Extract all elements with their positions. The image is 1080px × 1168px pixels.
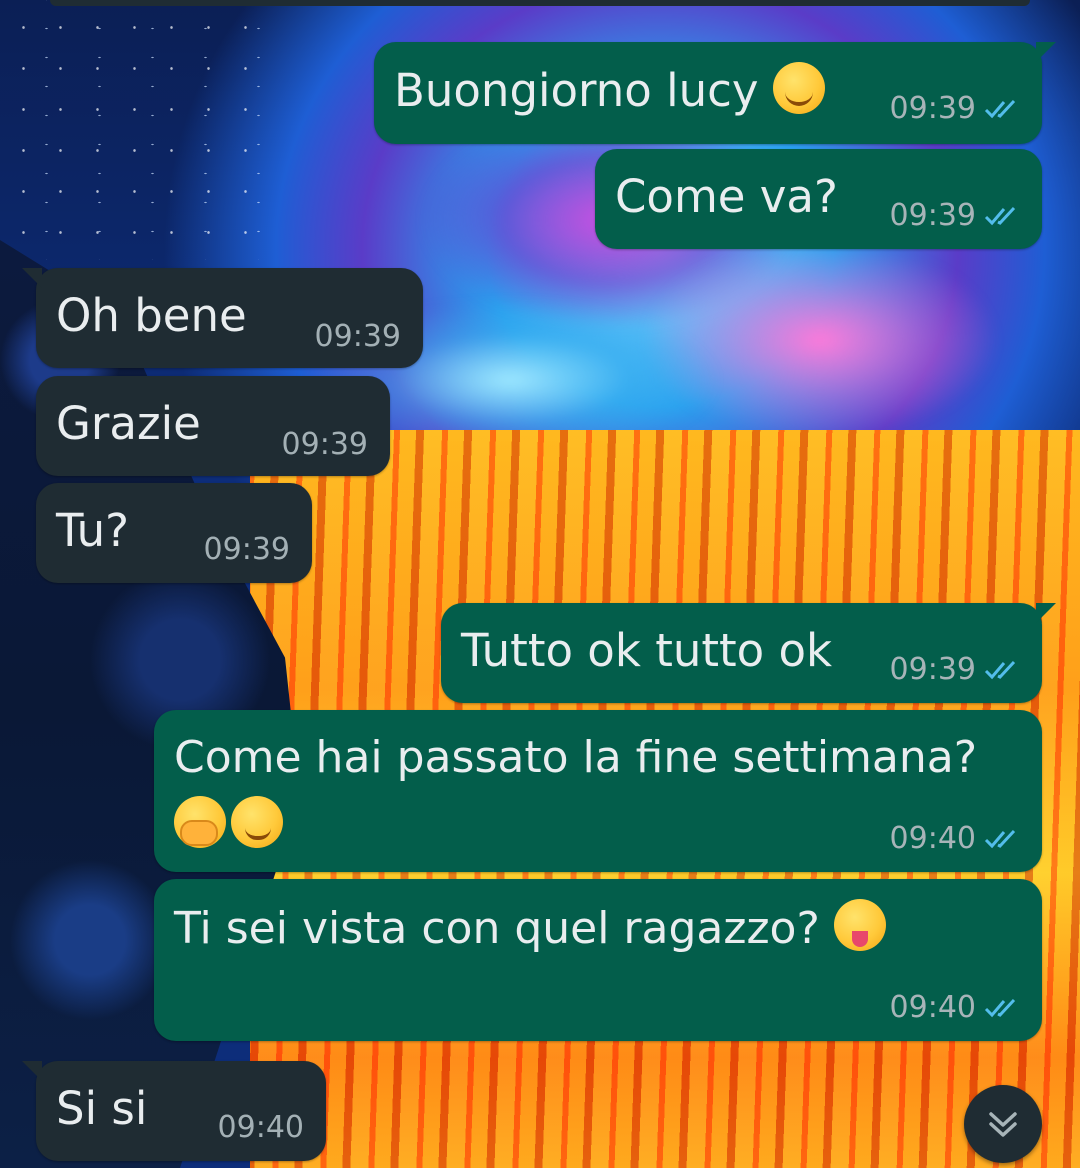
- message-meta: 09:40: [890, 991, 1024, 1025]
- message-text: Oh bene: [56, 289, 247, 342]
- hand-over-mouth-emoji-icon: [174, 796, 226, 848]
- message-time: 09:39: [889, 652, 976, 687]
- double-check-read-icon: [984, 660, 1016, 680]
- double-check-read-icon: [984, 998, 1016, 1018]
- message-time: 09:39: [889, 198, 976, 233]
- double-check-read-icon: [984, 99, 1016, 119]
- winking-face-emoji-icon: [231, 796, 284, 848]
- message-text: Ti sei vista con quel ragazzo?: [174, 899, 886, 957]
- double-check-read-icon: [984, 206, 1016, 226]
- message-time: 09:39: [281, 427, 368, 462]
- message-bubble-outgoing[interactable]: Ti sei vista con quel ragazzo? 09:40: [154, 879, 1042, 1041]
- bubble-tail: [22, 1061, 42, 1081]
- bubble-tail: [1036, 603, 1056, 623]
- message-bubble-outgoing[interactable]: Come va? 09:39: [595, 149, 1042, 249]
- message-text: Si si: [56, 1082, 148, 1135]
- previous-message-edge: [50, 0, 1030, 6]
- message-emoji-row: [174, 796, 284, 848]
- scroll-to-bottom-button[interactable]: [964, 1085, 1042, 1163]
- message-bubble-outgoing[interactable]: Buongiorno lucy 09:39: [374, 42, 1056, 144]
- message-time: 09:40: [889, 990, 976, 1025]
- message-text: Come hai passato la fine settimana?: [174, 732, 978, 783]
- smiling-face-emoji-icon: [772, 62, 825, 114]
- message-time: 09:39: [314, 319, 401, 354]
- double-check-read-icon: [984, 829, 1016, 849]
- winking-face-with-tongue-emoji-icon: [833, 899, 886, 951]
- message-meta: 09:39: [890, 92, 1024, 126]
- message-time: 09:40: [217, 1110, 304, 1145]
- message-text: Grazie: [56, 397, 201, 450]
- wallpaper-stars: [0, 0, 260, 260]
- message-bubble-outgoing[interactable]: Come hai passato la fine settimana? 09:4…: [154, 710, 1042, 872]
- bubble-tail: [1036, 42, 1056, 62]
- double-chevron-down-icon: [989, 1112, 1017, 1137]
- message-text: Come va?: [615, 170, 838, 223]
- message-bubble-incoming[interactable]: Tu? 09:39: [36, 483, 312, 583]
- message-bubble-outgoing[interactable]: Tutto ok tutto ok 09:39: [441, 603, 1056, 703]
- message-time: 09:40: [889, 821, 976, 856]
- bubble-tail: [22, 268, 42, 288]
- message-text: Buongiorno lucy: [394, 62, 825, 119]
- message-bubble-incoming[interactable]: Oh bene 09:39: [22, 268, 423, 368]
- message-time: 09:39: [889, 91, 976, 126]
- message-meta: 09:40: [890, 822, 1024, 856]
- message-text: Tutto ok tutto ok: [461, 624, 833, 677]
- message-meta: 09:39: [890, 199, 1024, 233]
- message-meta: 09:39: [890, 653, 1024, 687]
- message-time: 09:39: [203, 532, 290, 567]
- message-bubble-incoming[interactable]: Grazie 09:39: [36, 376, 390, 476]
- message-text: Tu?: [56, 504, 130, 557]
- message-bubble-incoming[interactable]: Si si 09:40: [22, 1061, 326, 1161]
